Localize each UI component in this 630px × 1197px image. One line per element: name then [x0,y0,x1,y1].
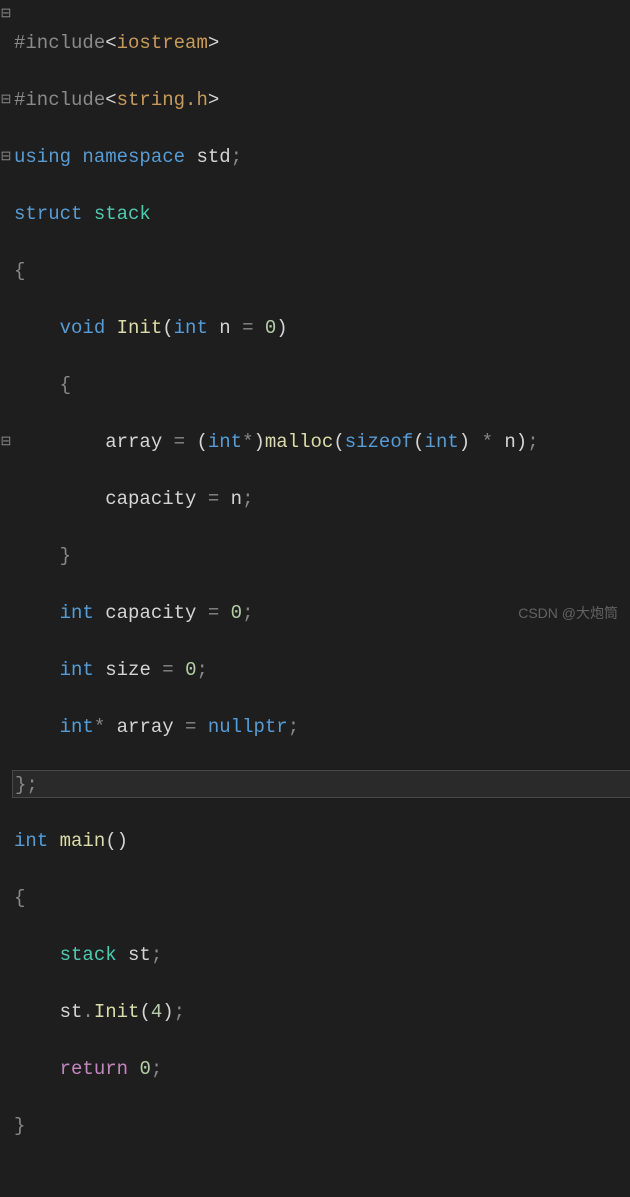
fold-marker[interactable]: ⊟ [0,143,12,172]
fold-marker [0,485,12,514]
fold-marker [0,314,12,343]
code-line[interactable]: array = (int*)malloc(sizeof(int) * n); [14,428,630,457]
code-line[interactable]: #include<iostream> [14,29,630,58]
fold-marker [0,513,12,542]
code-area[interactable]: #include<iostream> #include<string.h> us… [12,0,630,632]
fold-marker [0,171,12,200]
code-line[interactable]: #include<string.h> [14,86,630,115]
code-line[interactable]: int* array = nullptr; [14,713,630,742]
fold-marker [0,114,12,143]
code-line[interactable]: return 0; [14,1055,630,1084]
fold-marker [0,542,12,571]
fold-marker [0,228,12,257]
fold-marker[interactable]: ⊟ [0,428,12,457]
fold-marker [0,285,12,314]
code-line[interactable]: capacity = n; [14,485,630,514]
code-line[interactable]: } [14,542,630,571]
code-line[interactable]: } [14,1112,630,1141]
fold-marker[interactable]: ⊟ [0,0,12,29]
code-line[interactable]: int size = 0; [14,656,630,685]
code-line[interactable]: { [14,257,630,286]
fold-marker[interactable]: ⊟ [0,86,12,115]
fold-marker [0,29,12,58]
code-line[interactable]: void Init(int n = 0) [14,314,630,343]
fold-marker [0,200,12,229]
fold-marker [0,456,12,485]
fold-marker [0,371,12,400]
code-line[interactable]: int main() [14,827,630,856]
code-line[interactable]: stack st; [14,941,630,970]
fold-marker [0,57,12,86]
fold-marker [0,342,12,371]
fold-gutter: ⊟ ⊟ ⊟ ⊟ [0,0,12,632]
code-line[interactable]: st.Init(4); [14,998,630,1027]
code-editor[interactable]: ⊟ ⊟ ⊟ ⊟ #include<iostream> #include<stri… [0,0,630,632]
code-line[interactable]: { [14,371,630,400]
fold-marker [0,399,12,428]
watermark: CSDN @大炮筒 [518,603,618,624]
code-line[interactable]: struct stack [14,200,630,229]
code-line-active[interactable]: }; [12,770,630,799]
code-line[interactable]: using namespace std; [14,143,630,172]
code-line[interactable]: { [14,884,630,913]
fold-marker [0,570,12,599]
fold-marker [0,257,12,286]
